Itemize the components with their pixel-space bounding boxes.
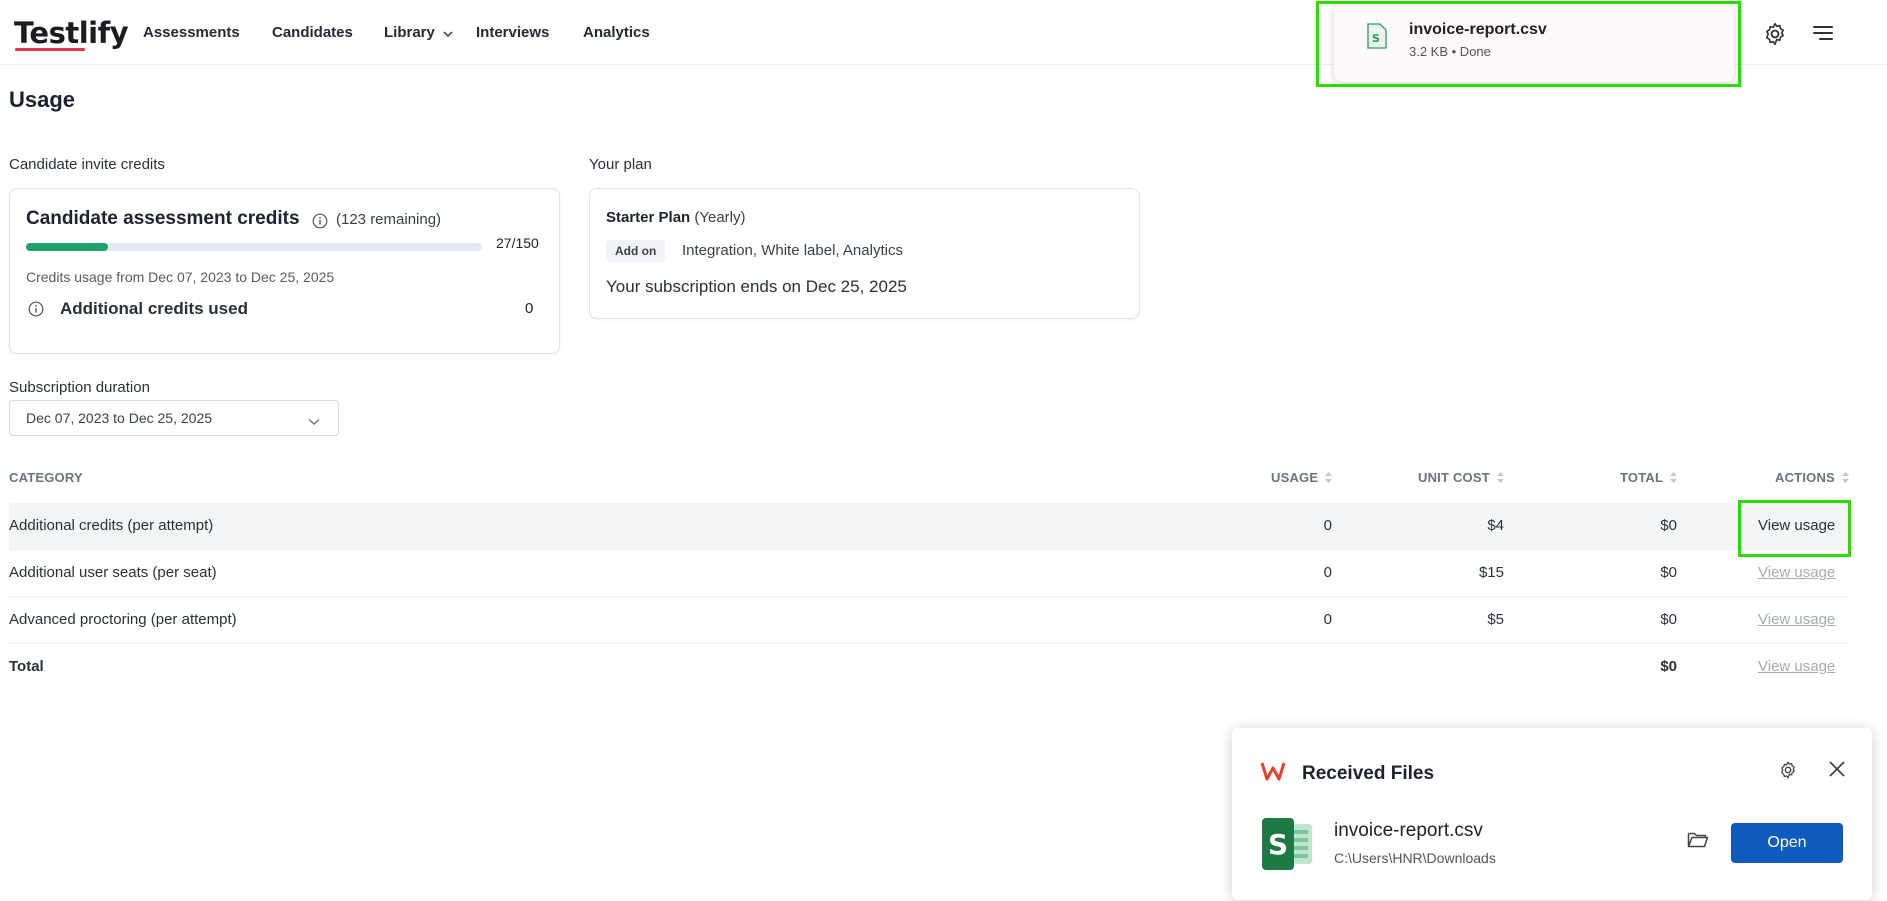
addon-badge: Add on (606, 240, 666, 262)
credits-section-label: Candidate invite credits (9, 156, 165, 173)
info-icon[interactable] (28, 301, 44, 317)
column-header-actions[interactable]: ACTIONS (1775, 470, 1849, 486)
spreadsheet-file-icon: S (1262, 818, 1316, 875)
info-icon[interactable] (312, 213, 328, 229)
view-usage-link[interactable]: View usage (1758, 564, 1835, 581)
sort-icon (1669, 471, 1677, 486)
row-category: Additional user seats (per seat) (9, 564, 217, 581)
table-row: Additional user seats (per seat) 0 $15 $… (9, 550, 1849, 596)
column-header-total[interactable]: TOTAL (1620, 470, 1677, 486)
row-total: $0 (1660, 564, 1677, 581)
brand-logo-underline (15, 48, 85, 51)
svg-text:S: S (1268, 828, 1288, 861)
download-highlight-box (1316, 1, 1741, 87)
table-row: Additional credits (per attempt) 0 $4 $0… (9, 503, 1849, 549)
row-usage: 0 (1323, 564, 1332, 581)
view-usage-link[interactable]: View usage (1758, 658, 1835, 675)
row-usage: 0 (1323, 517, 1332, 534)
additional-credits-value: 0 (525, 300, 534, 317)
row-usage: 0 (1323, 611, 1332, 628)
additional-credits-label: Additional credits used (60, 299, 248, 318)
credits-progress-fill (26, 243, 109, 251)
total-value: $0 (1660, 658, 1677, 675)
credits-title: Candidate assessment credits (26, 208, 300, 229)
settings-icon[interactable] (1762, 21, 1788, 47)
received-filepath: C:\Users\HNR\Downloads (1334, 850, 1496, 866)
view-usage-highlight-box (1738, 500, 1851, 557)
sort-icon (1496, 471, 1504, 486)
subscription-duration-select[interactable]: Dec 07, 2023 to Dec 25, 2025 (9, 400, 339, 436)
total-label: Total (9, 658, 44, 675)
nav-analytics[interactable]: Analytics (583, 24, 650, 41)
column-header-total-label: TOTAL (1620, 470, 1663, 485)
column-header-unit-cost[interactable]: UNIT COST (1418, 470, 1504, 486)
sort-icon (1841, 471, 1849, 486)
plan-card: Starter Plan (Yearly) Add on Integration… (589, 188, 1140, 319)
row-unit-cost: $15 (1478, 564, 1504, 581)
credits-card: Candidate assessment credits (123 remain… (9, 188, 560, 354)
nav-library[interactable]: Library (384, 24, 453, 42)
row-unit-cost: $5 (1487, 611, 1504, 628)
settings-icon[interactable] (1778, 760, 1798, 785)
column-header-unit-cost-label: UNIT COST (1418, 470, 1490, 485)
credits-usage-range: Credits usage from Dec 07, 2023 to Dec 2… (26, 269, 335, 285)
wps-logo-icon (1260, 761, 1286, 786)
plan-name-text: Starter Plan (606, 209, 691, 226)
received-files-title: Received Files (1302, 763, 1435, 784)
credits-progress-text: 27/150 (496, 235, 539, 251)
nav-library-label: Library (384, 24, 435, 41)
close-icon[interactable] (1828, 760, 1846, 783)
subscription-duration-value: Dec 07, 2023 to Dec 25, 2025 (26, 410, 213, 426)
column-header-actions-label: ACTIONS (1775, 470, 1835, 485)
view-usage-link[interactable]: View usage (1758, 611, 1835, 628)
open-folder-icon[interactable] (1687, 831, 1709, 854)
plan-period: (Yearly) (694, 209, 746, 226)
credits-remaining: (123 remaining) (336, 211, 442, 228)
open-file-button[interactable]: Open (1731, 823, 1843, 863)
nav-assessments[interactable]: Assessments (143, 24, 240, 41)
received-files-panel: Received Files S invoice-report.csv C:\U… (1232, 728, 1872, 900)
row-total: $0 (1660, 611, 1677, 628)
received-filename: invoice-report.csv (1334, 820, 1483, 841)
nav-candidates[interactable]: Candidates (272, 24, 353, 41)
nav-interviews[interactable]: Interviews (476, 24, 549, 41)
menu-icon[interactable] (1811, 21, 1837, 47)
row-category: Additional credits (per attempt) (9, 517, 214, 534)
column-header-usage[interactable]: USAGE (1271, 470, 1333, 486)
table-total-row: Total $0 View usage (9, 644, 1849, 690)
subscription-end-text: Your subscription ends on Dec 25, 2025 (606, 277, 907, 296)
sort-icon (1325, 471, 1333, 486)
addon-list: Integration, White label, Analytics (682, 242, 903, 259)
column-header-category: CATEGORY (9, 470, 83, 485)
row-category: Advanced proctoring (per attempt) (9, 611, 237, 628)
plan-name: Starter Plan (Yearly) (606, 209, 746, 226)
row-unit-cost: $4 (1487, 517, 1504, 534)
chevron-down-icon (308, 413, 320, 431)
table-row: Advanced proctoring (per attempt) 0 $5 $… (9, 597, 1849, 643)
row-total: $0 (1660, 517, 1677, 534)
subscription-duration-label: Subscription duration (9, 379, 150, 396)
column-header-usage-label: USAGE (1271, 470, 1319, 485)
page-title: Usage (9, 87, 76, 112)
credits-progress-bar (26, 243, 482, 251)
plan-section-label: Your plan (589, 156, 652, 173)
chevron-down-icon (443, 25, 453, 42)
brand-logo[interactable]: Testlify (14, 16, 129, 50)
